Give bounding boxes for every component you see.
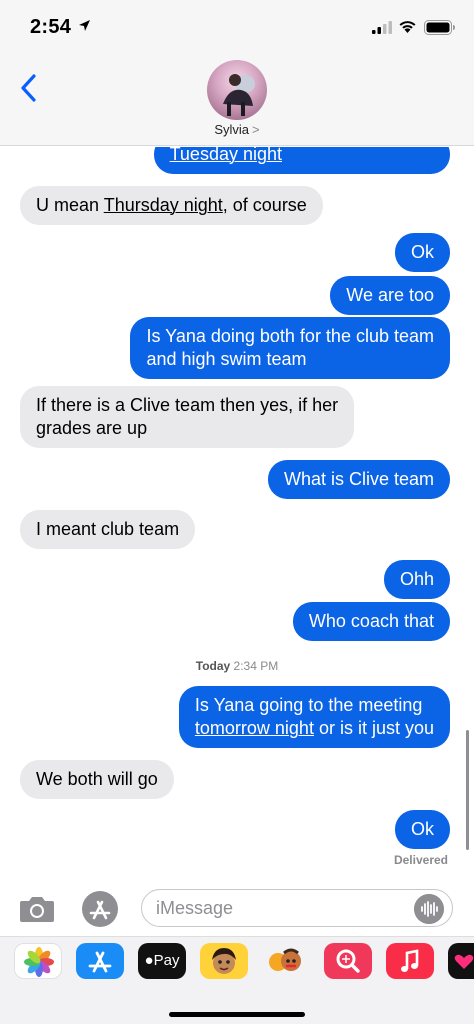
contact-avatar[interactable]: [207, 60, 267, 120]
timestamp-day: Today: [195, 659, 231, 673]
web-images-search-app-icon[interactable]: [324, 943, 372, 979]
apple-pay-label: ●Pay: [144, 952, 180, 969]
message-bubble-outgoing[interactable]: Ok: [394, 810, 450, 849]
status-bar: 2:54: [0, 0, 474, 56]
scroll-indicator[interactable]: [466, 730, 469, 850]
photos-app-icon[interactable]: [14, 943, 62, 979]
status-time: 2:54: [30, 16, 72, 38]
message-text-line: and high swim team: [146, 349, 307, 369]
contact-details-chevron: >: [252, 122, 260, 137]
imessage-input[interactable]: [141, 889, 453, 927]
message-text: We both will go: [36, 769, 158, 789]
message-text-line: Is Yana going to the meeting: [194, 695, 423, 715]
message-text: Who coach that: [308, 611, 434, 631]
message-bubble-outgoing[interactable]: What is Clive team: [267, 460, 450, 499]
message-list[interactable]: Tuesday night U mean Thursday night, of …: [0, 147, 474, 880]
message-text-link[interactable]: Thursday night: [104, 195, 223, 215]
message-bubble-outgoing[interactable]: Tuesday night: [153, 147, 450, 174]
message-text-part: or is it just you: [313, 718, 434, 738]
animoji-app-icon[interactable]: [262, 943, 310, 979]
home-indicator[interactable]: [169, 1012, 305, 1017]
message-text: Ok: [410, 242, 434, 262]
cellular-signal-icon: [372, 21, 392, 34]
music-app-icon[interactable]: [386, 943, 434, 979]
message-text-part: U mean: [36, 195, 104, 215]
message-text-link[interactable]: tomorrow night: [195, 718, 314, 738]
message-bubble-outgoing[interactable]: Is Yana going to the meeting tomorrow ni…: [178, 686, 450, 748]
location-arrow-icon: [79, 20, 90, 31]
imessage-app-drawer: ●Pay: [0, 936, 474, 1024]
message-text: I meant club team: [36, 519, 180, 539]
contact-name: Sylvia: [214, 122, 250, 137]
audio-message-icon[interactable]: [414, 894, 444, 924]
delivered-status: Delivered: [393, 853, 448, 867]
message-bubble-incoming[interactable]: I meant club team: [20, 510, 196, 549]
message-bubble-outgoing[interactable]: Ok: [394, 233, 450, 272]
message-text-line: If there is a Clive team then yes, if he…: [36, 395, 339, 415]
conversation-header: Sylvia >: [0, 56, 474, 146]
message-text: Tuesday night: [169, 147, 282, 164]
message-text: We are too: [346, 285, 434, 305]
camera-icon[interactable]: [18, 894, 56, 924]
message-text-line: Is Yana doing both for the club team: [146, 326, 434, 346]
compose-bar: [0, 880, 474, 936]
message-bubble-outgoing[interactable]: We are too: [330, 276, 450, 315]
avatar-photo-icon: [223, 74, 255, 116]
message-text: What is Clive team: [283, 469, 434, 489]
message-bubble-incoming[interactable]: U mean Thursday night, of course: [20, 186, 323, 225]
message-bubble-outgoing[interactable]: Ohh: [383, 560, 450, 599]
message-bubble-outgoing[interactable]: Is Yana doing both for the club team and…: [130, 317, 450, 379]
message-text-part: , of course: [222, 195, 307, 215]
wifi-icon: [399, 21, 416, 33]
contact-name-button[interactable]: Sylvia >: [0, 122, 474, 137]
message-bubble-incoming[interactable]: If there is a Clive team then yes, if he…: [20, 386, 355, 448]
message-timestamp: Today 2:34 PM: [0, 659, 474, 673]
message-text-line: grades are up: [36, 418, 148, 438]
message-text: Ok: [410, 819, 434, 839]
timestamp-time: 2:34 PM: [233, 659, 279, 673]
app-store-app-icon[interactable]: [76, 943, 124, 979]
digital-touch-app-icon[interactable]: [448, 943, 474, 979]
battery-icon: [424, 20, 455, 35]
message-bubble-outgoing[interactable]: Who coach that: [292, 602, 450, 641]
message-text: Ohh: [399, 569, 434, 589]
back-chevron-icon[interactable]: [14, 70, 44, 106]
apple-pay-app-icon[interactable]: ●Pay: [138, 943, 186, 979]
memoji-app-icon[interactable]: [200, 943, 248, 979]
app-store-icon[interactable]: [80, 890, 120, 928]
message-bubble-incoming[interactable]: We both will go: [20, 760, 174, 799]
